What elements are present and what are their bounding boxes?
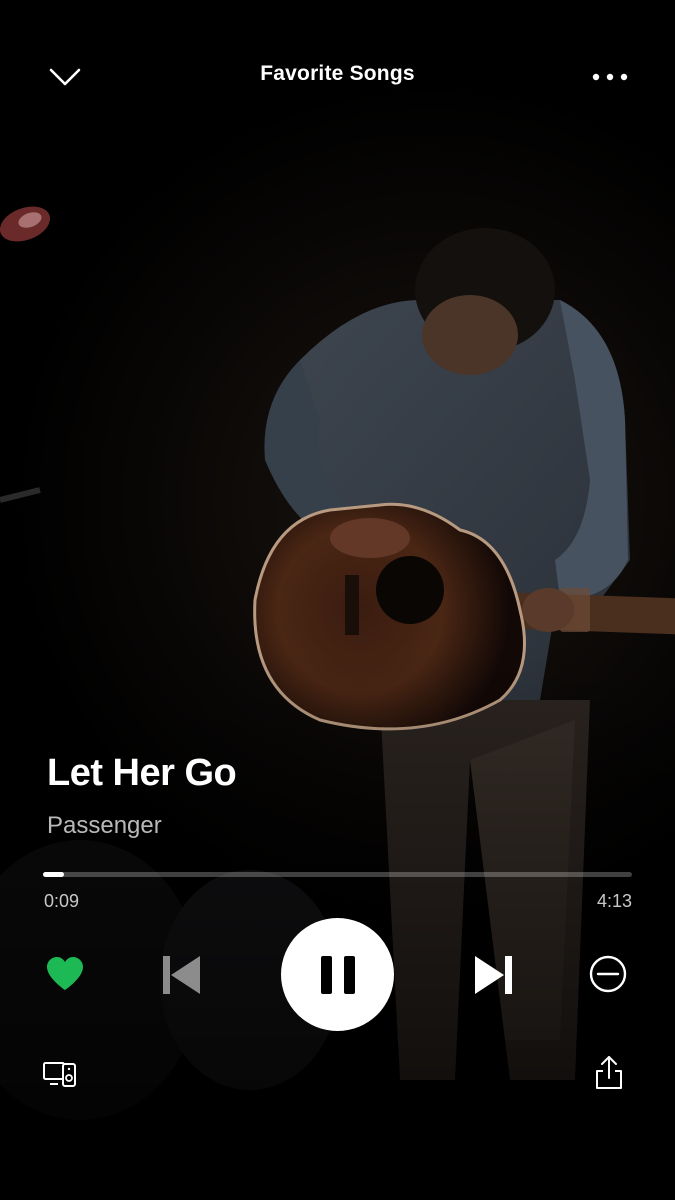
progress-bar[interactable] xyxy=(43,872,632,877)
pause-icon xyxy=(320,955,355,994)
heart-icon[interactable] xyxy=(44,954,86,994)
more-horizontal-icon[interactable] xyxy=(588,62,632,92)
elapsed-time: 0:09 xyxy=(44,891,80,911)
devices-icon[interactable] xyxy=(40,1056,80,1092)
skip-previous-icon[interactable] xyxy=(158,952,204,998)
share-icon[interactable] xyxy=(590,1052,628,1092)
pause-button[interactable] xyxy=(281,918,394,1031)
track-title: Let Her Go xyxy=(47,752,237,794)
progress-fill xyxy=(43,872,65,877)
track-artist[interactable]: Passenger xyxy=(47,812,162,840)
header: Favorite Songs xyxy=(0,0,675,150)
skip-next-icon[interactable] xyxy=(471,952,517,998)
playlist-title[interactable]: Favorite Songs xyxy=(0,62,675,86)
total-time: 4:13 xyxy=(596,891,632,911)
minus-circle-icon[interactable] xyxy=(587,953,629,995)
